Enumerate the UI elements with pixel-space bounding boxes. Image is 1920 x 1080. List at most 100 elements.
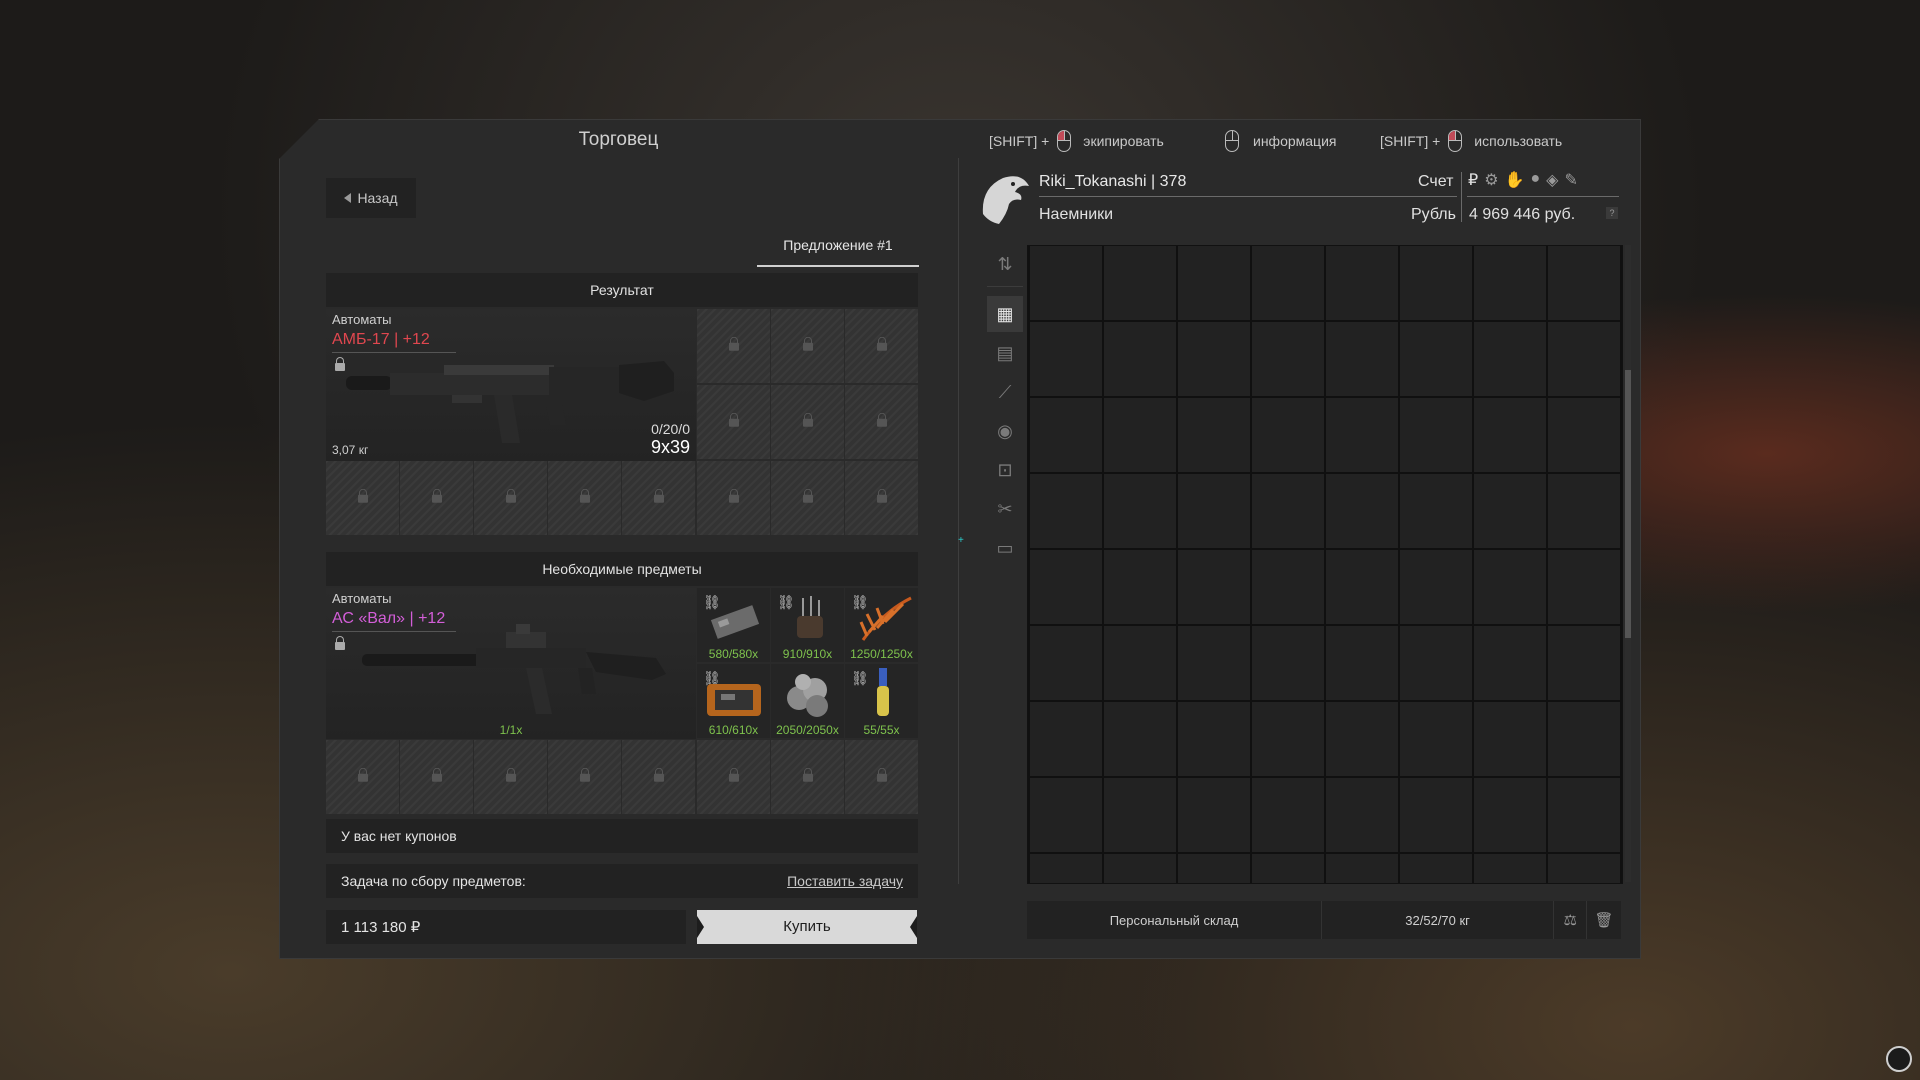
- locked-slot: [845, 309, 918, 383]
- hand-icon[interactable]: ✋: [1505, 170, 1525, 190]
- lock-icon: [357, 488, 368, 503]
- lock-icon: [876, 488, 887, 503]
- task-bar: Задача по сбору предметов: Поставить зад…: [326, 864, 918, 898]
- lock-icon: [357, 767, 368, 782]
- medkit-icon[interactable]: ⊡: [987, 452, 1023, 488]
- lock-icon: [802, 488, 813, 503]
- lock-icon: [505, 488, 516, 503]
- locked-slot: [622, 740, 695, 814]
- device-icon: [707, 684, 761, 716]
- result-category: Автоматы: [332, 312, 392, 327]
- locked-slot: [845, 461, 918, 535]
- locked-slot: [548, 740, 621, 814]
- hint-equip-prefix: [SHIFT] +: [989, 133, 1050, 149]
- grid-all-icon[interactable]: ▦: [987, 296, 1023, 332]
- required-material[interactable]: ⛓ 610/610x: [697, 664, 770, 738]
- hint-use-prefix: [SHIFT] +: [1380, 133, 1441, 149]
- result-weight: 3,07 кг: [332, 443, 369, 457]
- required-material[interactable]: 2050/2050x: [771, 664, 844, 738]
- artifact-icon[interactable]: ◉: [987, 413, 1023, 449]
- locked-slot: [622, 461, 695, 535]
- locked-slot: [845, 740, 918, 814]
- token-icon[interactable]: ●: [1530, 170, 1540, 190]
- misc-icon[interactable]: ▭: [987, 530, 1023, 566]
- locked-slot: [771, 740, 844, 814]
- lock-icon: [431, 488, 442, 503]
- player-underline: [1039, 196, 1457, 197]
- coupons-text: У вас нет купонов: [341, 828, 457, 844]
- locked-slot: [697, 740, 770, 814]
- required-item-card[interactable]: Автоматы АС «Вал» | +12 1/1x: [326, 588, 696, 739]
- tools-icon[interactable]: ✂: [987, 491, 1023, 527]
- set-task-link[interactable]: Поставить задачу: [787, 864, 903, 898]
- panel-divider: [958, 158, 959, 884]
- scrollbar-thumb[interactable]: [1625, 370, 1631, 638]
- lock-icon: [579, 767, 590, 782]
- result-item-card[interactable]: Автоматы АМБ-17 | +12 0/20/0 9x39 3,07 к…: [326, 309, 696, 461]
- window-title: Торговец: [578, 129, 659, 150]
- required-heading: Необходимые предметы: [326, 552, 918, 586]
- info-icon[interactable]: ?: [1606, 207, 1618, 219]
- lock-icon: [431, 767, 442, 782]
- locked-slot: [474, 461, 547, 535]
- hint-use: [SHIFT] + использовать: [1380, 130, 1562, 152]
- weight-icon: ⚖: [1554, 901, 1588, 939]
- eagle-faction-icon: [982, 176, 1029, 224]
- tab-offer-1[interactable]: Предложение #1: [757, 231, 919, 267]
- armor-icon[interactable]: ▤: [987, 335, 1023, 371]
- price-box: 1 113 180 ₽: [326, 910, 686, 944]
- amb17-rifle-icon: [346, 361, 674, 443]
- cursor-icon: +: [958, 535, 964, 546]
- material-qty: 580/580x: [708, 647, 759, 661]
- locked-slot: [845, 385, 918, 459]
- back-button[interactable]: Назад: [326, 178, 416, 218]
- locked-slot: [474, 740, 547, 814]
- currency-icons: ₽ ⚙ ✋ ● ◈ ✎: [1468, 170, 1578, 190]
- ticket-icon[interactable]: ✎: [1564, 170, 1577, 190]
- locked-slot: [771, 385, 844, 459]
- required-material[interactable]: ⛓ 1250/1250x: [845, 588, 918, 662]
- hint-equip: [SHIFT] + экипировать: [989, 130, 1164, 152]
- loading-icon: [1886, 1046, 1912, 1072]
- result-heading: Результат: [326, 273, 918, 307]
- weapon-icon[interactable]: ⟋: [987, 374, 1023, 410]
- account-label: Счет: [1418, 173, 1454, 190]
- inventory-grid[interactable]: [1027, 245, 1623, 884]
- currency-underline: [1467, 196, 1619, 197]
- lock-icon: [505, 767, 516, 782]
- balance-value: 4 969 446 руб.: [1469, 206, 1576, 223]
- locked-slot: [771, 461, 844, 535]
- required-material[interactable]: ⛓ 55/55x: [845, 664, 918, 738]
- storage-weight: 32/52/70 кг: [1322, 901, 1555, 939]
- lock-icon: [653, 488, 664, 503]
- plant-icon: [859, 596, 912, 641]
- detector-icon: [710, 605, 760, 639]
- result-caliber: 9x39: [650, 437, 690, 457]
- lock-icon: [579, 488, 590, 503]
- locked-slot: [326, 461, 399, 535]
- lock-icon: [876, 336, 887, 351]
- material-qty: 2050/2050x: [776, 723, 839, 737]
- lock-icon: [802, 336, 813, 351]
- task-label: Задача по сбору предметов:: [341, 873, 526, 889]
- required-material[interactable]: ⛓ 580/580x: [697, 588, 770, 662]
- ruble-icon[interactable]: ₽: [1468, 170, 1478, 190]
- lock-icon: [335, 636, 345, 650]
- sort-icon[interactable]: ⇅: [987, 246, 1023, 282]
- required-item-qty: 1/1x: [499, 723, 523, 737]
- storage-name[interactable]: Персональный склад: [1027, 901, 1322, 939]
- coupons-bar: У вас нет купонов: [326, 819, 918, 853]
- material-qty: 910/910x: [782, 647, 833, 661]
- lock-icon: [802, 412, 813, 427]
- required-material[interactable]: ⛓ 910/910x: [771, 588, 844, 662]
- back-button-label: Назад: [357, 190, 398, 206]
- as-val-rifle-icon: [362, 624, 666, 714]
- coin-icon[interactable]: ◈: [1546, 170, 1558, 190]
- lock-icon: [728, 488, 739, 503]
- buy-button[interactable]: Купить: [697, 910, 917, 944]
- trash-icon[interactable]: 🗑: [1587, 901, 1621, 939]
- material-qty: 1250/1250x: [850, 647, 913, 661]
- mouse-left-icon: [1057, 130, 1072, 152]
- gear-icon[interactable]: ⚙: [1484, 170, 1498, 190]
- storage-footer: Персональный склад 32/52/70 кг ⚖ 🗑: [1027, 901, 1621, 939]
